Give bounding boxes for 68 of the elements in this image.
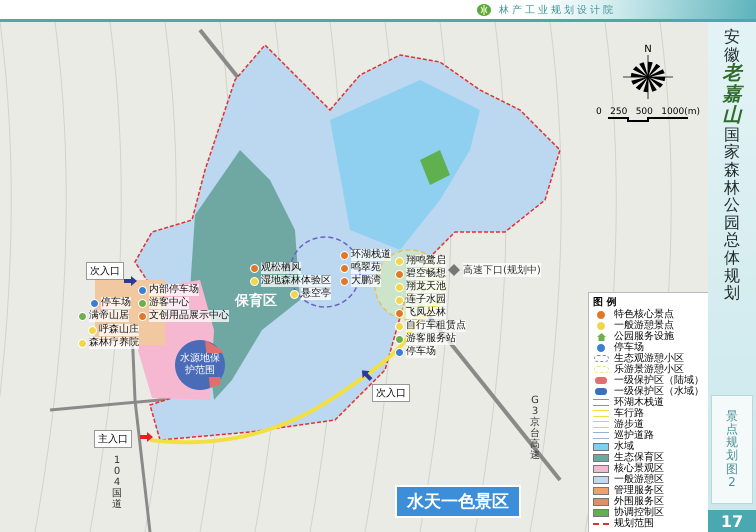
legend-label: 游步道 <box>614 419 644 430</box>
legend-label: 协调控制区 <box>614 507 664 518</box>
legend-label: 外围服务区 <box>614 496 664 507</box>
arrow-icon <box>124 276 137 286</box>
scale-label: 0 <box>596 107 602 117</box>
place-label: 环湖栈道 <box>351 249 391 261</box>
scale-label: 1000(m) <box>661 107 700 117</box>
legend-label: 一般游憩景点 <box>614 320 674 331</box>
place-label: 翔龙天池 <box>406 281 446 293</box>
legend-label: 特色核心景点 <box>614 309 674 320</box>
place-label: 游客中心 <box>149 297 189 309</box>
place-label: 飞凤丛林 <box>406 307 446 319</box>
interchange-icon <box>448 264 460 276</box>
legend-label: 环湖木栈道 <box>614 397 664 408</box>
place-label: 观松栖风 <box>261 262 301 274</box>
legend-label: 生态观游憩小区 <box>614 353 684 364</box>
zone-label: 保育区 <box>235 292 277 310</box>
legend-label: 乐游景游憩小区 <box>614 364 684 375</box>
north-label: N <box>644 44 652 55</box>
place-label: 湿地森林体验区 <box>261 275 331 287</box>
place-label: 碧空畅想 <box>406 268 446 280</box>
place-label: 停车场 <box>101 297 131 309</box>
place-label: 文创用品展示中心 <box>149 310 229 322</box>
legend-label: 车行路 <box>614 408 644 419</box>
scale-label: 250 <box>610 107 628 117</box>
place-label: 悬空亭 <box>301 288 331 300</box>
place-label: 翔鸣鹭启 <box>406 255 446 267</box>
entrance-label: 次入口 <box>86 262 124 280</box>
legend-label: 规划范围 <box>614 518 654 529</box>
title-text: 安徽 <box>724 28 740 64</box>
legend-label: 一级保护区（水域） <box>614 386 704 397</box>
road-label: G3京台高速 <box>530 395 540 461</box>
legend-label: 一般游憩区 <box>614 474 664 485</box>
entrance-label: 次入口 <box>372 384 410 402</box>
place-label: 停车场 <box>406 346 436 358</box>
brand-text: 老嘉山 <box>722 63 742 126</box>
place-label: 满帝山居 <box>89 310 129 322</box>
place-label: 自行车租赁点 <box>406 320 466 332</box>
place-label: 呼森山庄 <box>99 324 139 336</box>
road-label: 104国道 <box>112 455 122 510</box>
place-label: 森林疗养院 <box>89 337 139 349</box>
page-number: 17 <box>708 510 756 532</box>
legend-label: 核心景观区 <box>614 463 664 474</box>
place-label: 内部停车场 <box>149 284 199 296</box>
place-label: 大鹏湾 <box>351 275 381 287</box>
scale-label: 500 <box>636 107 653 117</box>
entrance-label: 主入口 <box>94 430 132 448</box>
legend-label: 巡护道路 <box>614 430 654 441</box>
place-label: 游客服务站 <box>406 333 456 345</box>
scenic-area-banner: 水天一色景区 <box>395 485 521 518</box>
legend-label: 一级保护区（陆域） <box>614 375 704 386</box>
leaf-logo-icon <box>477 4 491 16</box>
place-label: 鸣翠苑 <box>351 262 381 274</box>
place-label: 连子水园 <box>406 294 446 306</box>
scale-bar-icon <box>608 117 688 122</box>
legend-label: 生态保育区 <box>614 452 664 463</box>
title-text: 国家森林公园总体规划 <box>724 126 740 302</box>
arrow-icon <box>140 432 153 442</box>
legend-label: 水域 <box>614 441 634 452</box>
sheet-title: 景点规划图2 <box>726 410 738 489</box>
legend-label: 管理服务区 <box>614 485 664 496</box>
legend-label: 停车场 <box>614 342 644 353</box>
legend-title: 图 例 <box>593 296 618 308</box>
legend-label: 公园服务设施 <box>614 331 674 342</box>
highway-exit-label: 高速下口(规划中) <box>463 263 541 277</box>
org-name: 林产工业规划设计院 <box>499 4 616 16</box>
compass-icon <box>623 55 673 99</box>
water-source-label: 水源地保护范围 <box>178 353 222 377</box>
